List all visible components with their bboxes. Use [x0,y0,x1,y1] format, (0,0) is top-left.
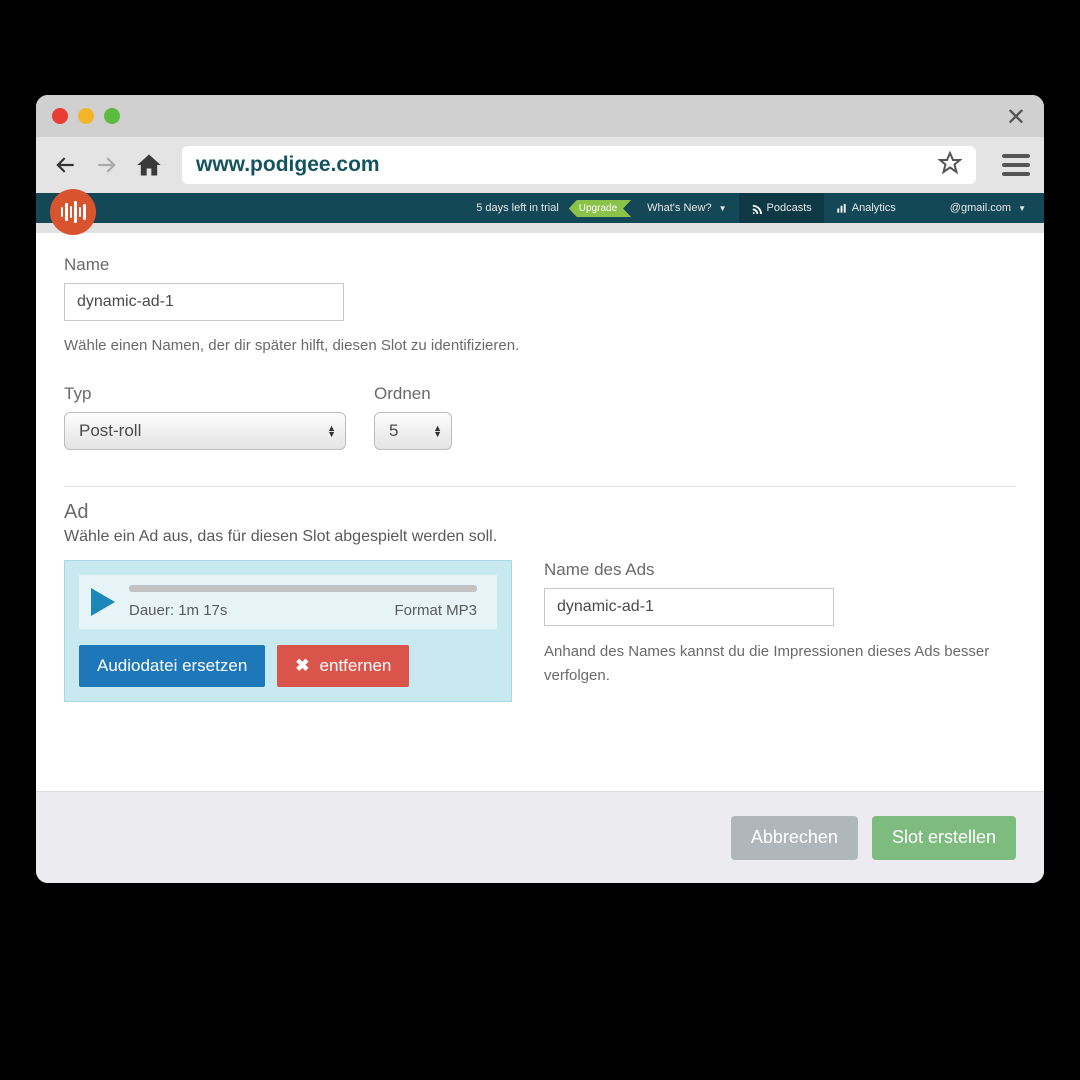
cancel-button[interactable]: Abbrechen [731,816,858,860]
arrow-left-icon [52,152,78,178]
main-content: Name Wähle einen Namen, der dir später h… [36,233,1044,763]
sub-header-strip [36,223,1044,233]
url-text: www.podigee.com [196,153,938,177]
ad-section-title: Ad [64,501,1016,524]
home-button[interactable] [134,150,164,180]
nav-podcasts[interactable]: Podcasts [739,193,824,223]
play-button[interactable] [91,588,115,616]
divider [64,486,1016,487]
nav-analytics[interactable]: Analytics [824,193,908,223]
ad-section-desc: Wähle ein Ad aus, das für diesen Slot ab… [64,528,1016,546]
progress-bar[interactable] [129,585,477,592]
player-buttons: Audiodatei ersetzen ✖ entfernen [79,645,497,687]
remove-audio-label: entfernen [320,656,392,676]
address-bar[interactable]: www.podigee.com [182,146,976,184]
ad-section: Ad Wähle ein Ad aus, das für diesen Slot… [64,501,1016,702]
back-button[interactable] [50,150,80,180]
x-icon: ✖ [295,656,309,676]
ad-name-column: Name des Ads Anhand des Names kannst du … [544,560,1016,688]
maximize-window-button[interactable] [104,108,120,124]
updown-icon: ▲▼ [433,425,442,437]
ad-name-label: Name des Ads [544,560,1016,580]
typ-select[interactable]: Post-roll ▲▼ [64,412,346,450]
name-label: Name [64,255,1016,275]
waveform-icon [61,201,86,223]
chart-icon [836,203,847,214]
replace-audio-label: Audiodatei ersetzen [97,656,247,676]
typ-select-value: Post-roll [64,412,346,450]
forward-button[interactable] [92,150,122,180]
ordnen-select[interactable]: 5 ▲▼ [374,412,452,450]
nav-whatsnew[interactable]: What's New? ▼ [635,193,738,223]
home-icon [135,151,163,179]
typ-label: Typ [64,384,346,404]
star-icon [938,151,962,175]
menu-button[interactable] [1002,154,1030,176]
slot-name-input[interactable] [64,283,344,321]
ad-name-input[interactable] [544,588,834,626]
nav-podcasts-label: Podcasts [767,202,812,214]
updown-icon: ▲▼ [327,425,336,437]
nav-analytics-label: Analytics [852,202,896,214]
type-order-row: Typ Post-roll ▲▼ Ordnen 5 ▲▼ [64,384,1016,450]
remove-audio-button[interactable]: ✖ entfernen [277,645,409,687]
app-header: 5 days left in trial Upgrade What's New?… [36,193,1044,223]
audio-player-panel: Dauer: 1m 17s Format MP3 Audiodatei erse… [64,560,512,702]
footer-bar: Abbrechen Slot erstellen [36,791,1044,883]
minimize-window-button[interactable] [78,108,94,124]
format-label: Format MP3 [394,602,477,619]
close-icon[interactable]: ✕ [1006,103,1026,132]
replace-audio-button[interactable]: Audiodatei ersetzen [79,645,265,687]
ad-row: Dauer: 1m 17s Format MP3 Audiodatei erse… [64,560,1016,702]
chevron-down-icon: ▼ [719,204,727,213]
account-menu[interactable]: @gmail.com ▼ [938,193,1044,223]
upgrade-button[interactable]: Upgrade [569,202,631,214]
trial-status: 5 days left in trial [466,202,569,214]
upgrade-badge-label: Upgrade [569,200,631,217]
cancel-label: Abbrechen [751,827,838,847]
arrow-right-icon [94,152,120,178]
ad-name-help: Anhand des Names kannst du die Impressio… [544,640,1016,688]
browser-toolbar: www.podigee.com [36,137,1044,193]
duration-label: Dauer: 1m 17s [129,602,227,619]
app-logo[interactable] [50,189,96,235]
player-meta: Dauer: 1m 17s Format MP3 [129,585,477,619]
close-window-button[interactable] [52,108,68,124]
title-bar: ✕ [36,95,1044,137]
create-slot-button[interactable]: Slot erstellen [872,816,1016,860]
traffic-lights [52,108,120,124]
rss-icon [751,203,762,214]
browser-window: ✕ www.podigee.com 5 days left in trial [36,95,1044,883]
ordnen-label: Ordnen [374,384,452,404]
name-help-text: Wähle einen Namen, der dir später hilft,… [64,337,1016,354]
create-label: Slot erstellen [892,827,996,847]
account-label: @gmail.com [950,202,1011,214]
bookmark-button[interactable] [938,151,962,180]
nav-whatsnew-label: What's New? [647,202,711,214]
audio-player: Dauer: 1m 17s Format MP3 [79,575,497,629]
chevron-down-icon: ▼ [1018,204,1026,213]
